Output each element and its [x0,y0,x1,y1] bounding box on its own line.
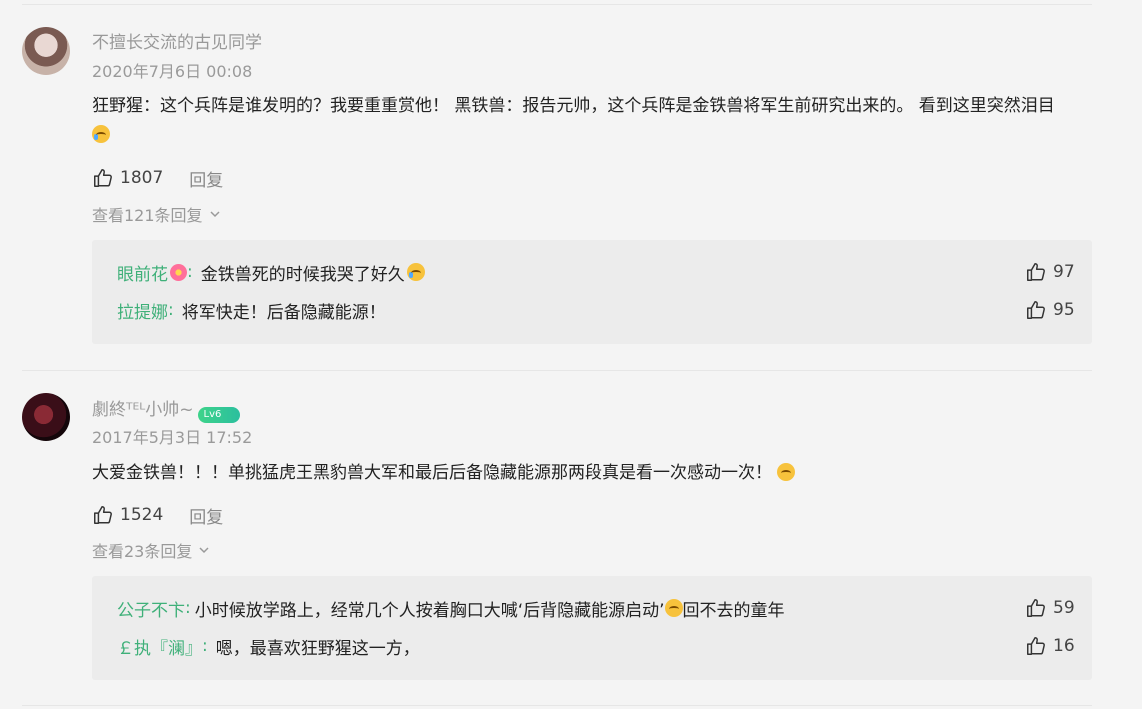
thumbs-up-icon[interactable] [1025,261,1047,283]
chevron-down-icon [199,547,209,554]
divider [22,370,1092,371]
sub-reply-text-tail: 回不去的童年 [682,600,785,621]
comment-text-body: 狂野猩：这个兵阵是谁发明的？我要重重赏他！ 黑铁兽：报告元帅，这个兵阵是金铁兽将… [92,96,1055,116]
sub-reply-text: 嗯，最喜欢狂野猩这一方， [215,638,420,659]
view-replies-link[interactable]: 查看121条回复 [92,202,221,226]
comment-text: 狂野猩：这个兵阵是谁发明的？我要重重赏他！ 黑铁兽：报告元帅，这个兵阵是金铁兽将… [92,92,1102,150]
comment-text: 大爱金铁兽！！！单挑猛虎王黑豹兽大军和最后后备隐藏能源那两段真是看一次感动一次！ [92,459,1102,488]
comment-username-text: 劇終ᵀᴱᴸ小帅~ [92,400,194,420]
like-count: 1524 [120,505,164,525]
comment-timestamp: 2017年5月3日 17:52 [92,428,253,447]
emoji-laughing-icon [777,463,796,481]
comment-text-body: 大爱金铁兽！！！单挑猛虎王黑豹兽大军和最后后备隐藏能源那两段真是看一次感动一次！ [92,463,772,483]
sub-reply-like-count: 16 [1053,636,1075,656]
like-count: 1807 [120,168,164,188]
comment-actions: 1807 回复 [92,166,223,191]
reply-box: 公子不卞 : 小时候放学路上，经常几个人按着胸口大喊‘后背隐藏能源启动’ 回不去… [92,576,1092,680]
sub-reply-username[interactable]: ￡执『澜』 [117,634,202,659]
sub-reply-like-count: 95 [1053,300,1075,320]
sub-reply-like-count: 97 [1053,262,1075,282]
sub-reply-like: 95 [1025,299,1075,321]
sub-reply-text: 金铁兽死的时候我哭了好久 [200,264,405,285]
comment-username[interactable]: 不擅长交流的古见同学 [92,28,262,53]
reply-box: 眼前花 : 金铁兽死的时候我哭了好久 97 拉提娜 : 将军快走！后备隐藏能源！… [92,240,1092,344]
comment-username[interactable]: 劇終ᵀᴱᴸ小帅~ Lv6 [92,395,240,423]
view-replies-label: 查看23条回复 [92,542,193,561]
avatar[interactable] [22,393,70,441]
sub-reply-like: 16 [1025,635,1075,657]
emoji-crying-icon [92,125,110,143]
avatar[interactable] [22,27,70,75]
divider [22,4,1092,5]
reply-button[interactable]: 回复 [189,166,223,191]
chevron-down-icon [210,211,220,218]
thumbs-up-icon[interactable] [92,504,114,526]
divider [22,705,1092,706]
thumbs-up-icon[interactable] [1025,299,1047,321]
reply-button[interactable]: 回复 [189,503,223,528]
sub-reply-username[interactable]: 公子不卞 [117,596,185,621]
thumbs-up-icon[interactable] [1025,597,1047,619]
sub-reply-like: 59 [1025,597,1075,619]
sub-reply-separator: : [202,636,208,656]
flower-emoji-icon [170,263,187,281]
emoji-laughing-icon [664,599,683,617]
thumbs-up-icon[interactable] [1025,635,1047,657]
sub-reply-text: 小时候放学路上，经常几个人按着胸口大喊‘后背隐藏能源启动’ [194,600,665,621]
emoji-crying-icon [406,263,425,281]
sub-reply-separator: : [187,262,193,282]
view-replies-label: 查看121条回复 [92,206,203,225]
sub-reply-username[interactable]: 眼前花 [117,260,168,285]
view-replies-link[interactable]: 查看23条回复 [92,538,210,562]
sub-reply-username[interactable]: 拉提娜 [117,298,168,323]
sub-reply-separator: : [168,300,174,320]
thumbs-up-icon[interactable] [92,167,114,189]
level-badge: Lv6 [197,407,240,423]
sub-reply-like-count: 59 [1053,598,1075,618]
sub-reply: ￡执『澜』 : 嗯，最喜欢狂野猩这一方， 16 [117,633,1092,659]
sub-reply: 拉提娜 : 将军快走！后备隐藏能源！ 95 [117,297,1092,323]
sub-reply-text: 将军快走！后备隐藏能源！ [181,302,386,323]
sub-reply: 公子不卞 : 小时候放学路上，经常几个人按着胸口大喊‘后背隐藏能源启动’ 回不去… [117,595,1092,621]
sub-reply: 眼前花 : 金铁兽死的时候我哭了好久 97 [117,259,1092,285]
sub-reply-separator: : [185,598,191,618]
sub-reply-like: 97 [1025,261,1075,283]
comment-actions: 1524 回复 [92,503,223,528]
comment-timestamp: 2020年7月6日 00:08 [92,62,253,81]
